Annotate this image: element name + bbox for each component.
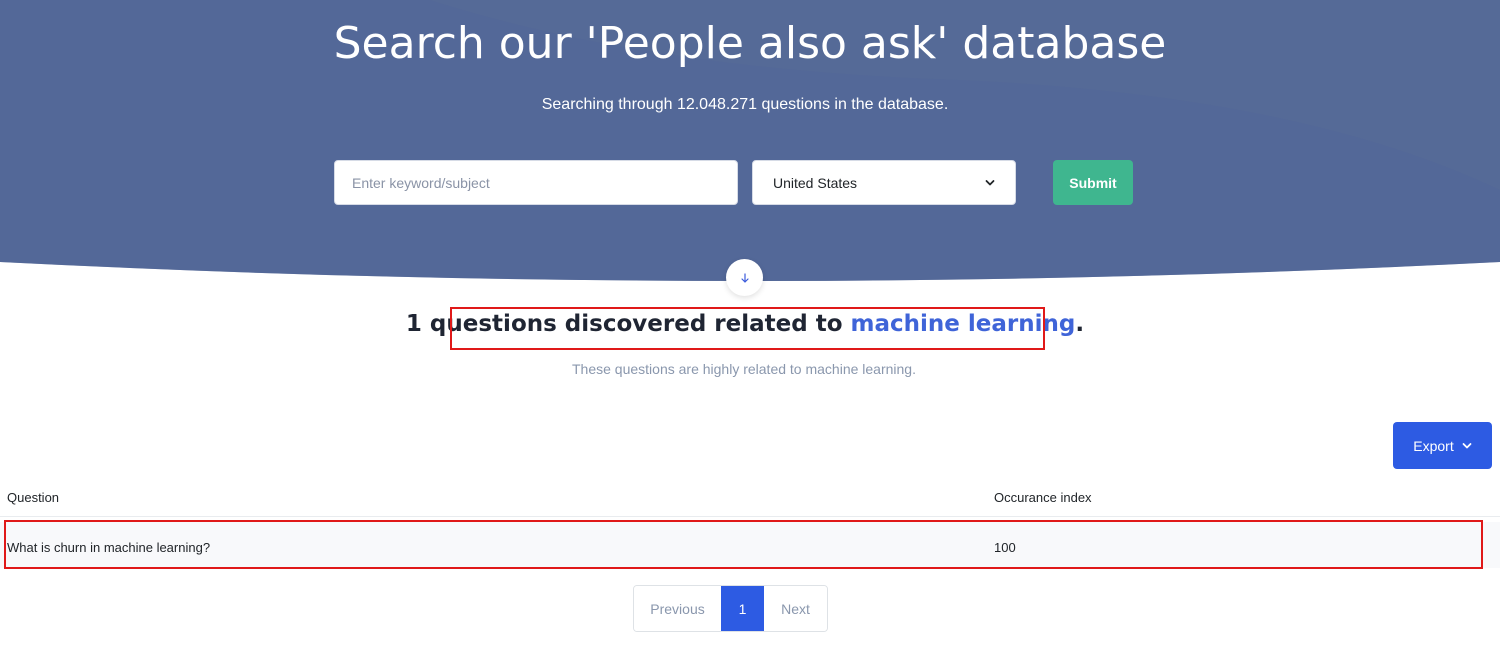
search-input[interactable] xyxy=(334,160,738,205)
chevron-down-icon xyxy=(985,179,995,185)
annotation-box-row xyxy=(4,520,1483,569)
pagination-page-1[interactable]: 1 xyxy=(721,586,764,631)
pagination-previous[interactable]: Previous xyxy=(634,586,721,631)
table-divider xyxy=(0,516,1500,517)
column-header-question: Question xyxy=(7,490,60,505)
country-select[interactable]: United States xyxy=(752,160,1016,205)
scroll-down-button[interactable] xyxy=(726,259,763,296)
results-heading-suffix: . xyxy=(1075,311,1085,337)
results-subtitle: These questions are highly related to ma… xyxy=(572,361,916,377)
hero-section: Search our 'People also ask' database Se… xyxy=(0,0,1500,290)
arrow-down-icon xyxy=(740,272,749,283)
pagination: Previous 1 Next xyxy=(633,585,828,632)
export-label: Export xyxy=(1413,437,1454,454)
page-title: Search our 'People also ask' database xyxy=(333,18,1167,69)
export-button[interactable]: Export xyxy=(1393,422,1492,469)
page-subtitle: Searching through 12.048.271 questions i… xyxy=(541,96,949,113)
submit-button[interactable]: Submit xyxy=(1053,160,1133,205)
country-select-value: United States xyxy=(773,174,858,191)
annotation-box-heading xyxy=(450,307,1045,350)
pagination-next[interactable]: Next xyxy=(764,586,827,631)
column-header-occurance-index: Occurance index xyxy=(994,490,1092,505)
chevron-down-icon xyxy=(1462,442,1472,448)
